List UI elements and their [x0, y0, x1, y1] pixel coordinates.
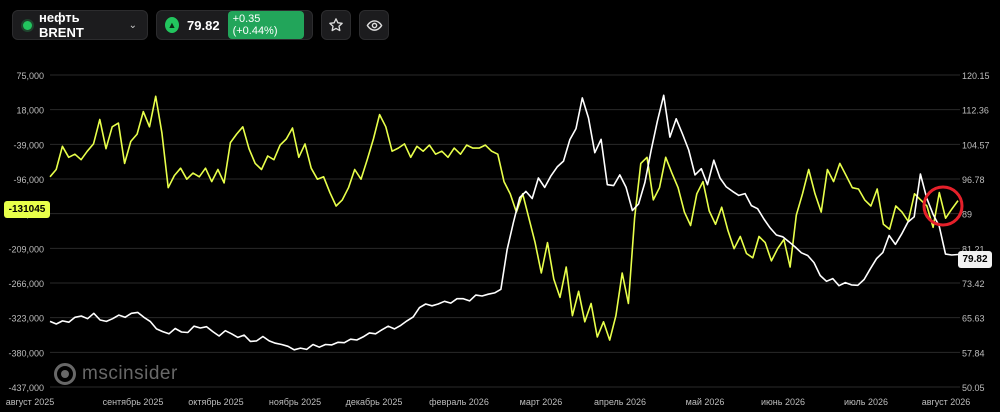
right-tick-label: 89 [962, 210, 972, 220]
x-tick-label: май 2026 [686, 397, 725, 407]
x-tick-label: сентябрь 2025 [103, 397, 164, 407]
chart-canvas: 75,00018,000-39,000-96,000-152,000-209,0… [6, 71, 990, 407]
left-tick-label: -96,000 [13, 175, 44, 185]
right-tick-label: 73.42 [962, 279, 985, 289]
left-current-value-tag: -131045 [4, 201, 50, 218]
x-tick-label: июль 2026 [844, 397, 888, 407]
left-tick-label: -380,000 [8, 348, 44, 358]
right-tick-label: 112.36 [962, 106, 989, 116]
left-tick-label: -323,000 [8, 314, 44, 324]
brand-logo: mscinsider [54, 363, 178, 385]
grid-lines [50, 74, 960, 388]
x-axis-ticks: август 2025 сентябрь 2025 октябрь 2025 нояб… [6, 397, 971, 407]
x-tick-label: декабрь 2025 [346, 397, 403, 407]
series-lines [49, 94, 959, 351]
logo-icon [54, 363, 76, 385]
left-tick-label: 18,000 [16, 106, 44, 116]
x-tick-label: февраль 2026 [429, 397, 489, 407]
x-tick-label: ноябрь 2025 [269, 397, 321, 407]
x-tick-label: апрель 2026 [594, 397, 646, 407]
x-tick-label: октябрь 2025 [188, 397, 243, 407]
right-tick-label: 96.78 [962, 175, 985, 185]
left-tick-label: -437,000 [8, 383, 44, 393]
right-axis-ticks: 120.15112.36104.5796.788981.2173.4265.63… [962, 71, 990, 393]
left-tick-label: -266,000 [8, 279, 44, 289]
x-tick-label: август 2025 [6, 397, 55, 407]
brand-name: mscinsider [82, 363, 178, 384]
left-tick-label: 75,000 [16, 71, 44, 81]
x-tick-label: август 2026 [922, 397, 971, 407]
right-tick-label: 120.15 [962, 71, 990, 81]
left-tick-label: -209,000 [8, 244, 44, 254]
right-tick-label: 65.63 [962, 314, 985, 324]
left-axis-ticks: 75,00018,000-39,000-96,000-152,000-209,0… [8, 71, 44, 393]
right-tick-label: 57.84 [962, 348, 985, 358]
x-tick-label: март 2026 [520, 397, 563, 407]
x-tick-label: июнь 2026 [761, 397, 805, 407]
price-line [49, 94, 959, 351]
left-tick-label: -39,000 [13, 140, 44, 150]
right-current-value-tag: 79.82 [958, 251, 992, 268]
right-tick-label: 50.05 [962, 383, 985, 393]
positions-line [49, 95, 959, 341]
right-tick-label: 104.57 [962, 140, 990, 150]
